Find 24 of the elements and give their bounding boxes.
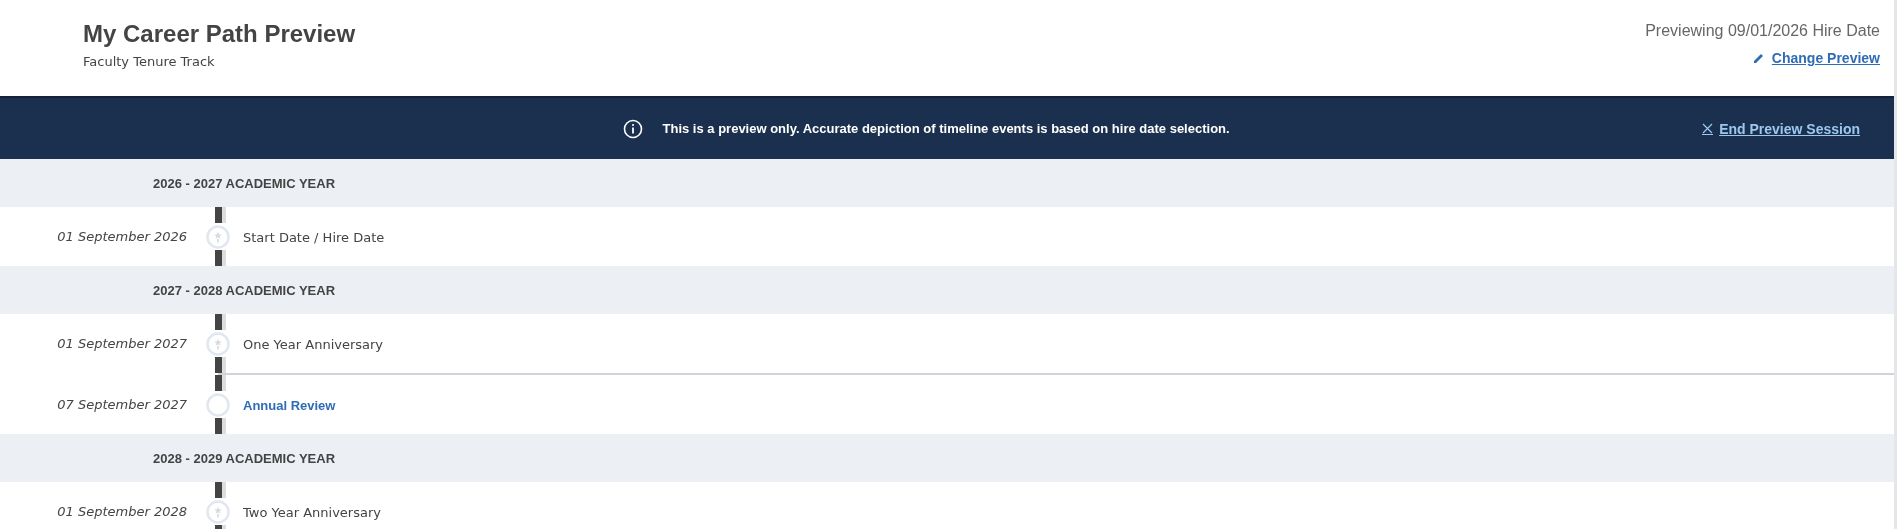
event-title: Two Year Anniversary — [242, 505, 381, 520]
page-subtitle: Faculty Tenure Track — [83, 54, 216, 69]
banner-message: This is a preview only. Accurate depiction of timeline events is based on hire date selection. — [662, 121, 1230, 136]
event-date: 01 September 2027 — [56, 336, 188, 351]
event-date: 07 September 2027 — [56, 397, 188, 412]
info-icon — [622, 118, 643, 139]
star-node-icon — [206, 331, 230, 356]
close-icon[interactable] — [1702, 122, 1714, 134]
event-date: 01 September 2028 — [56, 504, 188, 519]
event-date: 01 September 2026 — [56, 229, 188, 244]
star-node-icon — [206, 224, 230, 249]
previewing-text: Previewing 09/01/2026 Hire Date — [1645, 22, 1880, 40]
circle-node-icon — [206, 392, 230, 417]
star-node-icon — [206, 499, 230, 524]
event-title: One Year Anniversary — [242, 337, 384, 352]
year-label: 2027 - 2028 ACADEMIC YEAR — [153, 282, 336, 298]
pencil-icon — [1752, 52, 1765, 64]
year-label: 2026 - 2027 ACADEMIC YEAR — [153, 175, 336, 191]
end-preview-link[interactable]: End Preview Session — [1719, 120, 1860, 137]
change-preview-link[interactable]: Change Preview — [1771, 50, 1880, 66]
event-title: Start Date / Hire Date — [242, 230, 385, 245]
year-label: 2028 - 2029 ACADEMIC YEAR — [153, 450, 336, 466]
event-link[interactable]: Annual Review — [236, 398, 336, 413]
page-title: My Career Path Preview — [83, 20, 356, 48]
